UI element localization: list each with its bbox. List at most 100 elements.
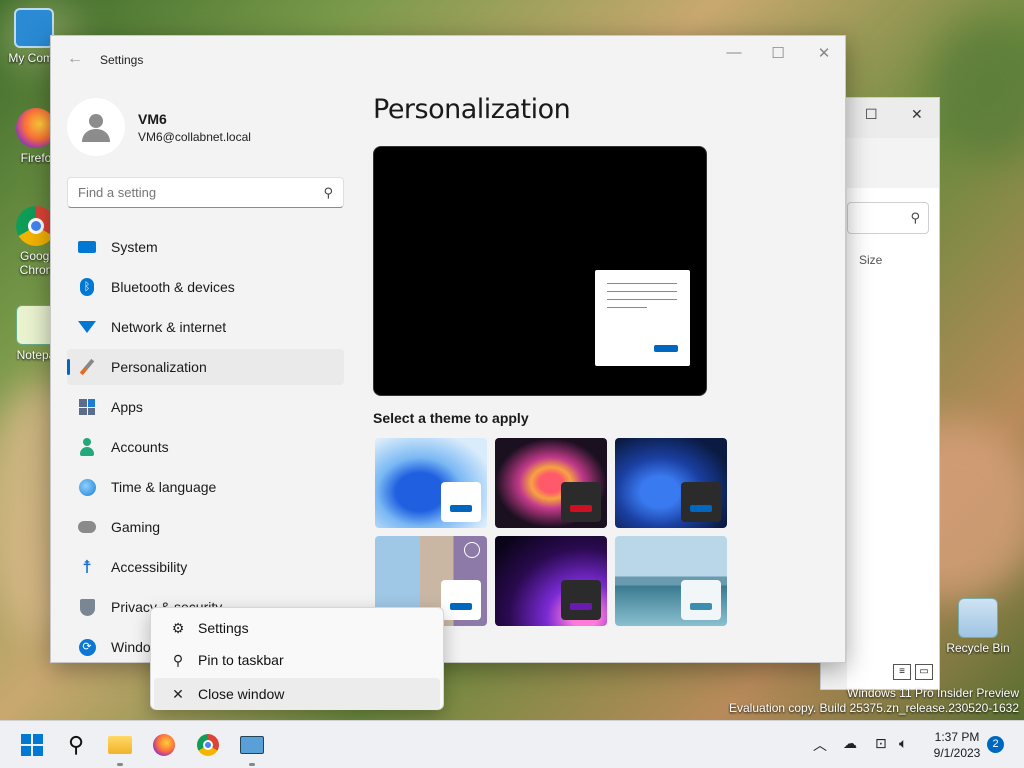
- wifi-icon: [77, 317, 97, 337]
- nav-item-gaming[interactable]: Gaming: [67, 509, 344, 545]
- accessibility-icon: ☨: [82, 556, 92, 577]
- user-name: VM6: [138, 110, 167, 127]
- explorer-search-box[interactable]: ⚲: [847, 202, 929, 234]
- computer-icon: [14, 8, 54, 48]
- bluetooth-icon: ᛒ: [77, 277, 97, 297]
- search-icon[interactable]: ⚲: [323, 185, 333, 201]
- chevron-up-icon[interactable]: ︿: [813, 735, 827, 755]
- brush-icon: [77, 357, 97, 377]
- user-profile[interactable]: VM6 VM6@collabnet.local: [67, 98, 251, 156]
- search-input[interactable]: [68, 178, 308, 207]
- notification-badge[interactable]: 2: [987, 736, 1004, 753]
- nav-item-network[interactable]: Network & internet: [67, 309, 344, 345]
- watermark-line-2: Evaluation copy. Build 25375.zn_release.…: [729, 701, 1019, 715]
- nav-label: Apps: [111, 399, 143, 415]
- personalization-page: Personalization Select a theme to apply: [373, 94, 833, 626]
- nav-label: Bluetooth & devices: [111, 279, 235, 295]
- taskbar-settings-app[interactable]: [236, 729, 268, 766]
- nav-label: Accessibility: [111, 559, 188, 575]
- menu-item-close-window[interactable]: ✕ Close window: [154, 678, 440, 710]
- column-header-size[interactable]: Size: [859, 253, 882, 267]
- clock[interactable]: 1:37 PM 9/1/2023: [922, 729, 992, 761]
- window-title: Settings: [100, 53, 144, 67]
- search-box: ⚲: [67, 177, 344, 208]
- tiles-view-icon[interactable]: ▭: [915, 664, 933, 680]
- titlebar[interactable]: ← Settings — ☐ ✕: [51, 36, 845, 84]
- firefox-icon: [153, 734, 175, 756]
- minimize-icon[interactable]: —: [711, 44, 757, 61]
- apps-icon: [77, 397, 97, 417]
- taskbar-firefox[interactable]: [148, 729, 180, 761]
- theme-windows-light[interactable]: [375, 438, 487, 528]
- taskbar-context-menu: ⚙ Settings ⚲ Pin to taskbar ✕ Close wind…: [150, 607, 444, 710]
- search-icon: ⚲: [67, 732, 85, 757]
- theme-sunrise[interactable]: [615, 536, 727, 626]
- nav-label: Accounts: [111, 439, 169, 455]
- windows-logo-icon: [21, 734, 43, 756]
- nav-item-accessibility[interactable]: ☨ Accessibility: [67, 549, 344, 585]
- nav-item-apps[interactable]: Apps: [67, 389, 344, 425]
- clock-date: 9/1/2023: [933, 746, 981, 760]
- preview-window: [595, 270, 690, 366]
- nav-label: Network & internet: [111, 319, 227, 335]
- nav-item-time-language[interactable]: Time & language: [67, 469, 344, 505]
- cloud-icon[interactable]: ☁: [843, 735, 857, 752]
- taskbar-file-explorer[interactable]: [104, 729, 136, 766]
- nav-label: Windo: [111, 639, 151, 655]
- chrome-icon: [197, 734, 219, 756]
- user-icon: [82, 114, 110, 142]
- volume-icon[interactable]: 🔈︎: [899, 735, 907, 752]
- shield-icon: [77, 597, 97, 617]
- theme-flow[interactable]: [495, 536, 607, 626]
- taskbar: ⚲ ︿ ☁ ⊡ 🔈︎ 1:37 PM 9/1/2023 2: [0, 720, 1024, 768]
- desktop-icon-recycle-bin[interactable]: Recycle Bin: [940, 598, 1016, 655]
- globe-icon: [77, 477, 97, 497]
- evaluation-watermark: Windows 11 Pro Insider Preview Evaluatio…: [729, 686, 1019, 716]
- nav-label: Gaming: [111, 519, 161, 535]
- nav-item-system[interactable]: System: [67, 229, 344, 265]
- settings-window[interactable]: ← Settings — ☐ ✕ VM6 VM6@collabnet.local…: [50, 35, 846, 663]
- close-icon[interactable]: ✕: [801, 44, 847, 62]
- nav-item-personalization[interactable]: Personalization: [67, 349, 344, 385]
- recycle-bin-icon: [958, 598, 998, 638]
- nav-label: Time & language: [111, 479, 217, 495]
- control-panel-icon: [240, 736, 264, 754]
- user-email: VM6@collabnet.local: [138, 129, 251, 144]
- nav-item-bluetooth[interactable]: ᛒ Bluetooth & devices: [67, 269, 344, 305]
- menu-item-pin-to-taskbar[interactable]: ⚲ Pin to taskbar: [154, 644, 440, 676]
- theme-grid: [375, 438, 727, 626]
- gamepad-icon: [77, 517, 97, 537]
- menu-item-label: Close window: [198, 686, 285, 702]
- view-toggle: ≡ ▭: [893, 664, 933, 680]
- close-icon[interactable]: ✕: [911, 106, 923, 123]
- update-icon: ⟳: [77, 637, 97, 657]
- details-view-icon[interactable]: ≡: [893, 664, 911, 680]
- system-icon: [77, 237, 97, 257]
- clock-time: 1:37 PM: [934, 730, 980, 744]
- theme-glow[interactable]: [495, 438, 607, 528]
- folder-icon: [108, 736, 132, 754]
- slideshow-icon: [464, 542, 480, 558]
- menu-item-label: Settings: [198, 620, 249, 636]
- search-button[interactable]: ⚲: [60, 729, 92, 761]
- gear-icon: ⚙: [171, 619, 185, 636]
- menu-item-label: Pin to taskbar: [198, 652, 284, 668]
- maximize-icon[interactable]: ☐: [755, 44, 801, 62]
- search-icon: ⚲: [910, 210, 920, 225]
- theme-caption: Select a theme to apply: [373, 410, 529, 426]
- nav-item-accounts[interactable]: Accounts: [67, 429, 344, 465]
- pin-icon: ⚲: [172, 651, 184, 668]
- avatar: [67, 98, 125, 156]
- accounts-icon: [77, 437, 97, 457]
- theme-preview: [373, 146, 707, 396]
- network-icon[interactable]: ⊡: [875, 735, 887, 752]
- settings-nav: System ᛒ Bluetooth & devices Network & i…: [67, 229, 344, 669]
- close-icon: ✕: [172, 685, 184, 702]
- taskbar-chrome[interactable]: [192, 729, 224, 761]
- nav-label: System: [111, 239, 158, 255]
- menu-item-settings[interactable]: ⚙ Settings: [154, 612, 440, 644]
- maximize-icon[interactable]: ☐: [865, 106, 878, 123]
- theme-windows-dark[interactable]: [615, 438, 727, 528]
- start-button[interactable]: [16, 729, 48, 761]
- back-arrow-icon[interactable]: ←: [67, 50, 83, 68]
